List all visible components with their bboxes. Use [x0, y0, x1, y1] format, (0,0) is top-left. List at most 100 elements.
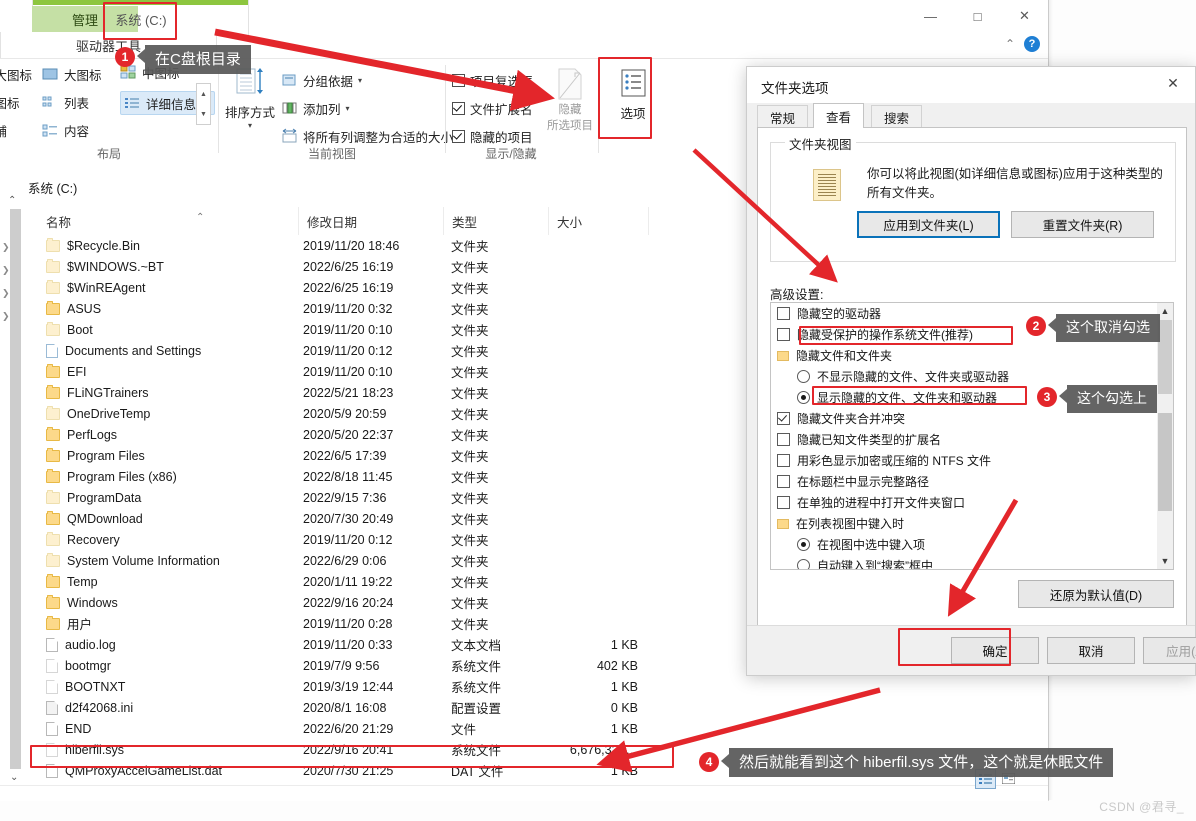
restore-defaults-button[interactable]: 还原为默认值(D): [1018, 580, 1174, 608]
advanced-option-row[interactable]: 用彩色显示加密或压缩的 NTFS 文件: [771, 450, 1157, 471]
checkbox-icon[interactable]: [777, 328, 790, 341]
file-name-label: Program Files (x86): [67, 469, 177, 484]
dialog-close-button[interactable]: ✕: [1151, 67, 1195, 99]
advanced-option-label: 在列表视图中键入时: [796, 517, 905, 531]
file-date-cell: 2022/9/15 7:36: [303, 490, 387, 505]
file-name-label: Recovery: [67, 532, 120, 547]
close-button[interactable]: ✕: [1001, 0, 1048, 32]
minimize-button[interactable]: —: [907, 0, 954, 32]
tree-chevron-icon[interactable]: ❯: [2, 242, 10, 253]
advanced-option-row[interactable]: 在列表视图中键入时: [771, 513, 1157, 534]
folder-icon: [46, 426, 60, 441]
scrollbar-thumb-secondary[interactable]: [1158, 413, 1172, 511]
column-header-size[interactable]: 大小: [548, 207, 648, 235]
file-name-label: BOOTNXT: [65, 679, 126, 694]
file-size-cell: 1 KB: [610, 637, 638, 652]
radio-icon[interactable]: [797, 559, 810, 569]
scroll-down-icon[interactable]: ▼: [1157, 553, 1173, 569]
file-type-cell: 文件夹: [451, 366, 489, 380]
advanced-option-row[interactable]: 在单独的进程中打开文件夹窗口: [771, 492, 1157, 513]
table-row[interactable]: END 2022/6/20 21:29 文件 1 KB: [28, 718, 1048, 739]
reset-folders-button[interactable]: 重置文件夹(R): [1011, 211, 1154, 238]
view-content[interactable]: 内容: [42, 119, 102, 141]
tab-general[interactable]: 常规: [757, 105, 809, 128]
checkbox-icon[interactable]: [777, 412, 790, 425]
tab-view[interactable]: 查看: [813, 103, 865, 128]
file-name-label: Documents and Settings: [65, 343, 202, 358]
chevron-up-icon[interactable]: ⌃: [1005, 37, 1015, 51]
breadcrumb[interactable]: 系统 (C:): [28, 178, 77, 197]
column-header-type[interactable]: 类型: [443, 207, 548, 235]
tree-chevron-icon[interactable]: ❯: [2, 311, 10, 322]
checkbox-checked-icon[interactable]: [452, 101, 465, 115]
checkbox-icon[interactable]: [777, 307, 790, 320]
advanced-option-row[interactable]: 隐藏已知文件类型的扩展名: [771, 429, 1157, 450]
checkbox-icon[interactable]: [777, 496, 790, 509]
group-by-button[interactable]: 分组依据 ▾: [281, 69, 453, 91]
file-type-cell: 文件夹: [451, 408, 489, 422]
scrollbar-thumb[interactable]: [1158, 320, 1172, 394]
layout-gallery-spinner[interactable]: ▲ ▼: [196, 83, 211, 125]
view-list[interactable]: 列表: [42, 91, 102, 113]
advanced-option-row[interactable]: 自动键入到“搜索”框中: [771, 555, 1157, 569]
chevron-down-icon[interactable]: ▾: [346, 104, 350, 113]
tree-chevron-icon[interactable]: ❯: [2, 288, 10, 299]
checkbox-icon[interactable]: [777, 433, 790, 446]
checkbox-icon[interactable]: [452, 73, 465, 87]
advanced-option-row[interactable]: 不显示隐藏的文件、文件夹或驱动器: [771, 366, 1157, 387]
checkbox-checked-icon[interactable]: [452, 129, 465, 143]
tree-chevron-icon[interactable]: ❯: [2, 265, 10, 276]
chevron-down-icon[interactable]: ▾: [222, 121, 278, 130]
file-date-cell: 2022/6/25 16:19: [303, 259, 394, 274]
scroll-down-icon[interactable]: ⌄: [10, 772, 18, 783]
nav-scrollbar[interactable]: [10, 209, 21, 769]
spinner-up-icon[interactable]: ▲: [197, 84, 210, 104]
chevron-down-icon[interactable]: ▾: [358, 76, 362, 85]
file-name-cell: $Recycle.Bin: [46, 237, 140, 253]
view-small-icons[interactable]: 小图标: [0, 91, 32, 113]
advanced-option-label: 不显示隐藏的文件、文件夹或驱动器: [817, 370, 1010, 384]
file-name-cell: audio.log: [46, 637, 116, 652]
view-large-icons[interactable]: 大图标: [42, 63, 102, 85]
file-name-cell: Program Files: [46, 447, 145, 463]
spinner-down-icon[interactable]: ▼: [197, 104, 210, 124]
file-name-cell: bootmgr: [46, 658, 111, 673]
size-all-columns-button[interactable]: 将所有列调整为合适的大小: [281, 125, 453, 147]
scroll-up-icon[interactable]: ⌃: [8, 195, 16, 206]
advanced-option-row[interactable]: 隐藏文件和文件夹: [771, 345, 1157, 366]
ribbon-group-title-current-view: 当前视图: [307, 147, 356, 161]
hide-selected-items-button[interactable]: 隐藏 所选项目: [543, 67, 597, 133]
file-extensions-option[interactable]: 文件扩展名: [452, 97, 533, 119]
checkbox-icon[interactable]: [777, 475, 790, 488]
file-name-label: Windows: [67, 595, 118, 610]
advanced-option-row[interactable]: 在标题栏中显示完整路径: [771, 471, 1157, 492]
advanced-list-scrollbar[interactable]: ▲ ▼: [1157, 303, 1173, 569]
view-tiles[interactable]: 平铺: [0, 119, 32, 141]
help-icon[interactable]: ?: [1024, 36, 1040, 52]
file-type-cell: 文件夹: [451, 303, 489, 317]
radio-icon[interactable]: [797, 391, 810, 404]
maximize-button[interactable]: □: [954, 0, 1001, 32]
file-date-cell: 2022/6/20 21:29: [303, 721, 394, 736]
hidden-items-option[interactable]: 隐藏的项目: [452, 125, 533, 147]
file-type-cell: 文件夹: [451, 345, 489, 359]
radio-icon[interactable]: [797, 370, 810, 383]
item-checkboxes-option[interactable]: 项目复选框: [452, 69, 533, 91]
radio-icon[interactable]: [797, 538, 810, 551]
apply-to-folders-button[interactable]: 应用到文件夹(L): [857, 211, 1000, 238]
column-header-date[interactable]: 修改日期: [298, 207, 443, 235]
table-row[interactable]: BOOTNXT 2019/3/19 12:44 系统文件 1 KB: [28, 676, 1048, 697]
cancel-button[interactable]: 取消: [1047, 637, 1135, 664]
file-name-cell: QMDownload: [46, 510, 143, 526]
file-type-cell: 文件夹: [451, 387, 489, 401]
sort-by-button[interactable]: 排序方式 ▾: [222, 67, 278, 130]
column-header-name[interactable]: 名称 ⌃: [28, 207, 288, 235]
add-column-button[interactable]: 添加列 ▾: [281, 97, 453, 119]
tab-search[interactable]: 搜索: [871, 105, 923, 128]
advanced-option-row[interactable]: 在视图中选中键入项: [771, 534, 1157, 555]
table-row[interactable]: d2f42068.ini 2020/8/1 16:08 配置设置 0 KB: [28, 697, 1048, 718]
file-name-label: Temp: [67, 574, 98, 589]
file-type-cell: 文件: [451, 723, 477, 737]
checkbox-icon[interactable]: [777, 454, 790, 467]
view-extra-large-icons[interactable]: 超大图标: [0, 63, 32, 85]
